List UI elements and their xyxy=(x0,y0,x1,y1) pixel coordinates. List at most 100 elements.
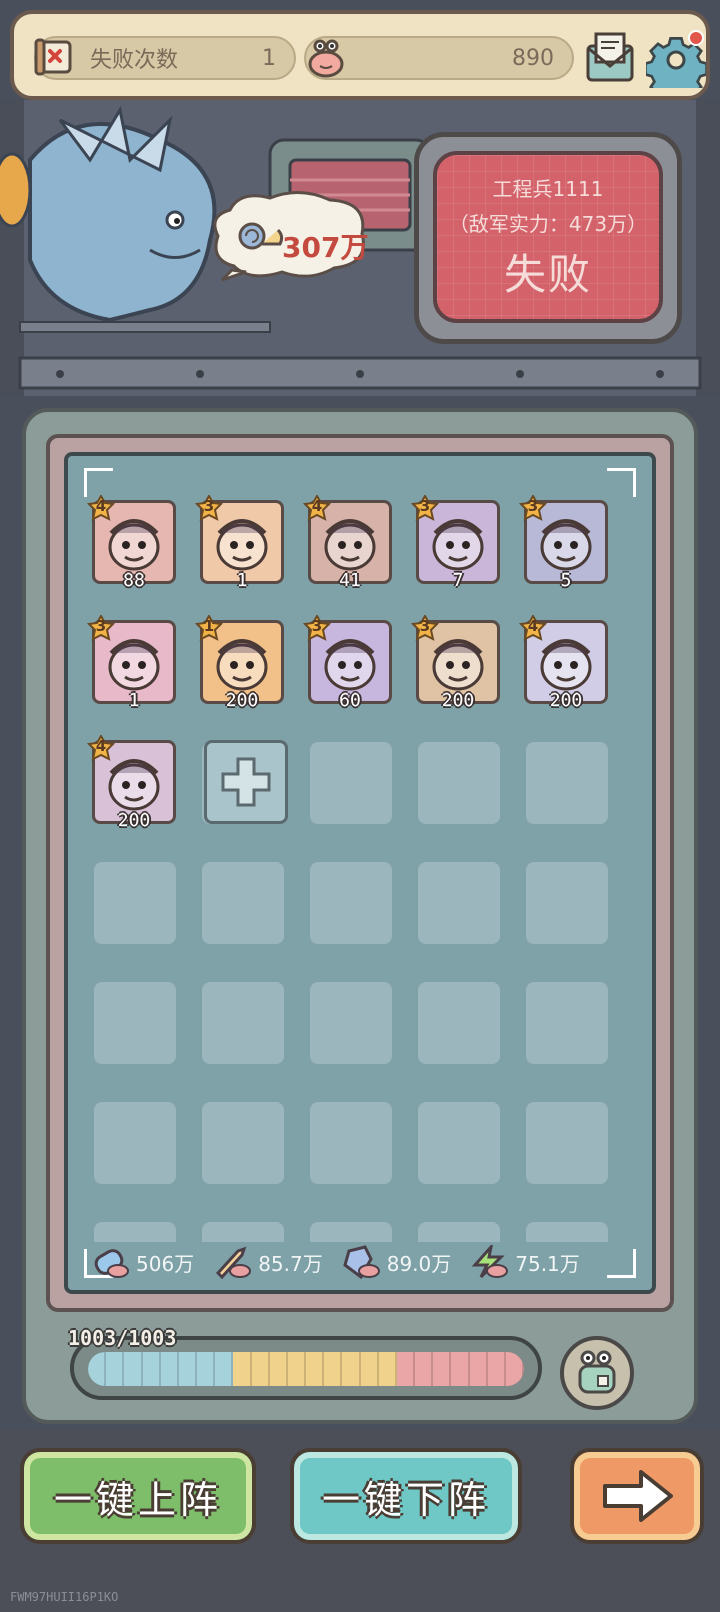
snail-robot-icon xyxy=(578,1350,616,1394)
snail-currency-value: 890 xyxy=(512,45,554,71)
unit-level: 1 xyxy=(203,617,215,635)
stat-attack: 85.7万 xyxy=(212,1245,323,1279)
next-button[interactable] xyxy=(570,1448,704,1544)
empty-slot[interactable] xyxy=(526,742,608,824)
notification-dot xyxy=(688,30,704,46)
empty-slot[interactable] xyxy=(418,862,500,944)
undeploy-all-button[interactable]: 一键下阵 xyxy=(290,1448,522,1544)
unit-card[interactable]: 31 xyxy=(195,495,284,591)
unit-level: 3 xyxy=(95,617,107,635)
capacity-segment xyxy=(287,1352,307,1386)
capacity-segment xyxy=(378,1352,397,1386)
snail-helper-button[interactable] xyxy=(560,1336,634,1410)
capacity-segment xyxy=(487,1352,506,1386)
top-bar: 失败次数 1 890 xyxy=(10,10,710,101)
failure-scroll-icon xyxy=(34,38,72,76)
empty-slot[interactable] xyxy=(310,742,392,824)
unit-count: 200 xyxy=(549,690,583,711)
stat-defense: 89.0万 xyxy=(341,1245,452,1279)
battle-result-monitor: 工程兵1111 （敌军实力：473万） 失败 xyxy=(414,132,682,344)
deploy-all-button[interactable]: 一键上阵 xyxy=(20,1448,256,1544)
unit-card[interactable]: 1 200 xyxy=(195,615,284,711)
unit-card[interactable]: 35 xyxy=(519,495,608,591)
unit-count: 200 xyxy=(117,810,151,831)
empty-slot[interactable] xyxy=(94,862,176,944)
capacity-label: 1003/1003 xyxy=(68,1326,177,1350)
unit-level: 4 xyxy=(95,737,107,755)
unit-card[interactable]: 31 xyxy=(87,615,176,711)
unit-level: 3 xyxy=(419,617,431,635)
battle-result: 失败 xyxy=(503,250,592,299)
empty-slot[interactable] xyxy=(418,982,500,1064)
empty-slot[interactable] xyxy=(202,862,284,944)
stat-speed: 75.1万 xyxy=(469,1245,580,1279)
arrow-right-icon xyxy=(603,1470,673,1522)
snail-currency-pill: 890 xyxy=(304,36,574,80)
result-screen: 工程兵1111 （敌军实力：473万） 失败 xyxy=(433,151,663,323)
empty-slot[interactable] xyxy=(526,1222,608,1242)
unit-level: 4 xyxy=(527,617,539,635)
unit-card[interactable]: 4 200 xyxy=(519,615,608,711)
capacity-segment xyxy=(396,1352,416,1386)
frame-corner xyxy=(607,468,636,497)
stat-defense-value: 89.0万 xyxy=(386,1251,452,1276)
unit-count: 200 xyxy=(225,690,259,711)
empty-slot[interactable] xyxy=(310,1102,392,1184)
unit-count: 60 xyxy=(339,690,361,711)
empty-slot[interactable] xyxy=(526,1102,608,1184)
empty-slot[interactable] xyxy=(202,1102,284,1184)
enemy-power: （敌军实力：473万） xyxy=(448,212,648,236)
unit-card[interactable]: 3 200 xyxy=(411,615,500,711)
unit-card[interactable]: 4 88 xyxy=(87,495,176,591)
capacity-segment xyxy=(342,1352,361,1386)
empty-slot[interactable] xyxy=(418,1222,500,1242)
empty-slot[interactable] xyxy=(202,982,284,1064)
empty-slot[interactable] xyxy=(526,982,608,1064)
capacity-segment xyxy=(469,1352,488,1386)
capacity-segment xyxy=(269,1352,288,1386)
capacity-segment xyxy=(415,1352,434,1386)
capacity-segment xyxy=(251,1352,270,1386)
empty-slot[interactable] xyxy=(418,1102,500,1184)
capacity-segment xyxy=(324,1352,343,1386)
empty-slot[interactable] xyxy=(94,1222,176,1242)
unit-level: 3 xyxy=(311,617,323,635)
lightning-icon xyxy=(471,1245,509,1279)
unit-card[interactable]: 37 xyxy=(411,495,500,591)
fail-count-pill: 失败次数 1 xyxy=(34,36,296,80)
unit-card[interactable]: 3 60 xyxy=(303,615,392,711)
capacity-segment xyxy=(178,1352,198,1386)
potion-icon xyxy=(94,1249,129,1278)
capacity-segment xyxy=(197,1352,216,1386)
plus-icon xyxy=(221,757,271,807)
settings-button[interactable] xyxy=(644,28,708,101)
unit-level: 4 xyxy=(311,497,323,515)
unit-card[interactable]: 4 41 xyxy=(303,495,392,591)
unit-card[interactable]: 4 200 xyxy=(87,735,176,831)
snail-currency-icon xyxy=(308,39,344,78)
empty-slot[interactable] xyxy=(310,1222,392,1242)
empty-slot[interactable] xyxy=(94,982,176,1064)
unit-count: 5 xyxy=(560,570,572,591)
add-unit-button[interactable] xyxy=(204,740,288,824)
empty-slot[interactable] xyxy=(202,1222,284,1242)
capacity-segment xyxy=(124,1352,143,1386)
empty-slot[interactable] xyxy=(310,862,392,944)
unit-count: 1 xyxy=(128,690,140,711)
empty-slot[interactable] xyxy=(94,1102,176,1184)
empty-slot[interactable] xyxy=(418,742,500,824)
stat-speed-value: 75.1万 xyxy=(515,1251,580,1276)
mail-button[interactable] xyxy=(582,28,638,88)
unit-count: 88 xyxy=(123,570,145,591)
capacity-segment xyxy=(360,1352,379,1386)
capacity-segment xyxy=(215,1352,234,1386)
empty-slot[interactable] xyxy=(310,982,392,1064)
capacity-fill xyxy=(88,1352,524,1386)
unit-level: 4 xyxy=(95,497,107,515)
capacity-segment xyxy=(306,1352,325,1386)
empty-slot[interactable] xyxy=(526,862,608,944)
watermark: FWM97HUII16P1KO xyxy=(10,1590,119,1604)
unit-count: 1 xyxy=(236,570,248,591)
stat-attack-value: 85.7万 xyxy=(258,1251,323,1276)
undeploy-all-label: 一键下阵 xyxy=(321,1477,490,1522)
